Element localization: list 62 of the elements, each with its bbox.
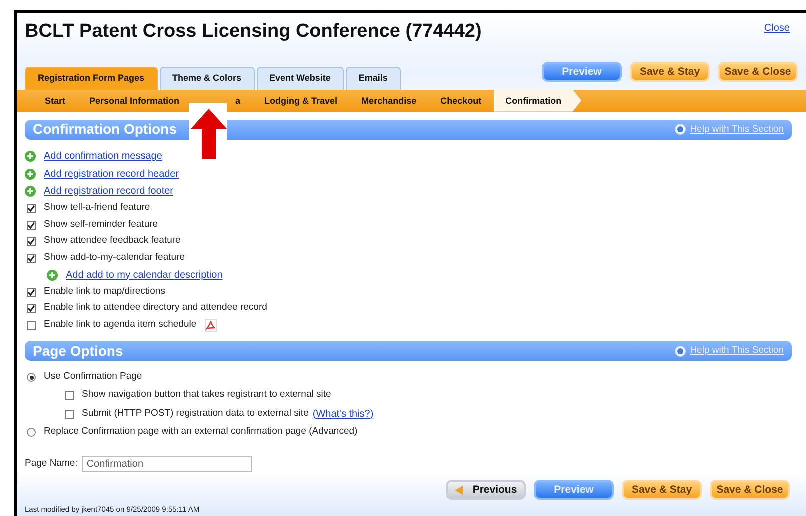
option-label: Show add-to-my-calendar feature: [44, 250, 185, 265]
checkbox[interactable]: [27, 204, 36, 214]
checkbox[interactable]: [27, 254, 36, 263]
option-label: Enable link to agenda item schedule: [44, 318, 197, 332]
section-title: Confirmation Options: [33, 120, 177, 140]
save-button[interactable]: Save & Stay: [622, 480, 702, 500]
option-label: Show attendee feedback feature: [44, 234, 181, 248]
option-label: Use Confirmation Page: [44, 370, 142, 384]
option-label: Submit (HTTP POST) registration data to external site: [82, 407, 309, 422]
previous-button[interactable]: Previous: [446, 480, 526, 500]
add-link[interactable]: Add confirmation message: [44, 149, 162, 164]
option-label: Replace Confirmation page with an external confirmation page (Advanced): [44, 424, 358, 439]
page-name-field[interactable]: Confirmation: [82, 456, 252, 472]
option-label: Show self-reminder feature: [44, 218, 158, 232]
help-link[interactable]: (What's this?): [312, 406, 374, 422]
add-link[interactable]: Add registration record footer: [44, 184, 174, 200]
step-tab[interactable]: Start: [33, 90, 78, 112]
save-button[interactable]: Save & Stay: [630, 62, 710, 82]
close-link[interactable]: Close: [764, 21, 790, 36]
checkbox[interactable]: [27, 220, 36, 230]
field-label: Page Name:: [25, 457, 78, 472]
left-arrow-icon: [454, 486, 463, 496]
option-label: Enable link to attendee directory and attendee record: [44, 301, 268, 316]
window-title: BCLT Patent Cross Licensing Conference (774442): [25, 21, 482, 44]
option-label: Enable link to map/directions: [44, 284, 166, 299]
add-link[interactable]: Add registration record header: [44, 166, 180, 182]
save-button[interactable]: Save & Close: [710, 480, 790, 500]
step-tab[interactable]: Lodging & Travel: [252, 90, 350, 112]
step-tab[interactable]: a: [236, 90, 253, 112]
checkbox[interactable]: [27, 288, 36, 297]
tab[interactable]: Theme & Colors: [160, 67, 255, 90]
checkbox[interactable]: [27, 237, 36, 246]
tab[interactable]: Emails: [346, 67, 401, 90]
check-icon: [28, 205, 35, 212]
radio-button[interactable]: [27, 373, 36, 382]
add-link[interactable]: Add add to my calendar description: [66, 268, 223, 283]
radio-button[interactable]: [27, 428, 36, 437]
checkbox[interactable]: [65, 410, 74, 419]
option-label: Show navigation button that takes registrant to external site: [82, 388, 332, 402]
step-tab[interactable]: Merchandise: [350, 90, 429, 112]
step-tab[interactable]: Confirmation: [494, 90, 582, 112]
help-icon: [675, 124, 686, 136]
plus-icon: [25, 168, 36, 180]
checkbox[interactable]: [65, 390, 74, 400]
check-icon: [28, 288, 35, 296]
check-icon: [28, 305, 35, 312]
step-tab[interactable]: Checkout: [428, 90, 494, 112]
tab[interactable]: Registration Form Pages: [25, 67, 158, 90]
plus-icon: [25, 186, 36, 198]
help-icon: [675, 346, 686, 357]
checkbox[interactable]: [27, 320, 36, 330]
plus-icon: [25, 151, 36, 162]
check-icon: [28, 254, 35, 262]
tab[interactable]: Event Website: [256, 67, 344, 90]
check-icon: [28, 238, 35, 246]
option-label: Show tell-a-friend feature: [44, 201, 150, 216]
plus-icon: [47, 270, 58, 281]
section-title: Page Options: [33, 342, 124, 361]
step-tab[interactable]: Personal Information: [78, 90, 192, 112]
save-button[interactable]: Save & Close: [718, 62, 798, 82]
checkbox[interactable]: [27, 304, 36, 314]
check-icon: [28, 222, 35, 229]
